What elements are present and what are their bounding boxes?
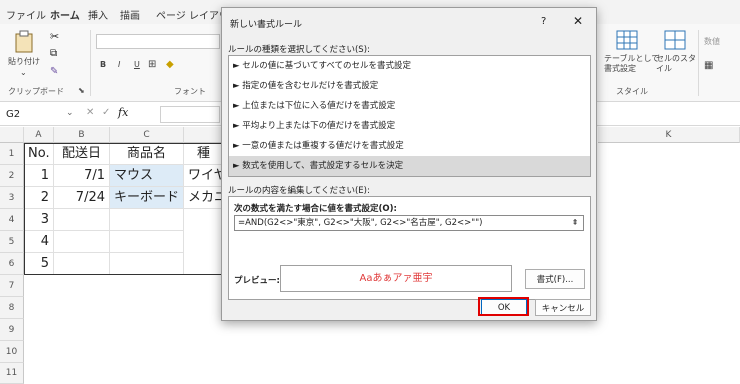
rule-type-item[interactable]: ► セルの値に基づいてすべてのセルを書式設定	[229, 56, 590, 76]
clipboard-launcher-icon[interactable]: ⬊	[78, 86, 85, 95]
row-header-3[interactable]: 3	[0, 187, 24, 209]
cell-b5[interactable]	[54, 231, 110, 253]
cell-b2[interactable]: 7/1	[54, 165, 110, 187]
name-box-dropdown-icon[interactable]: ⌄	[66, 108, 74, 118]
row-header-10[interactable]: 10	[0, 341, 24, 363]
format-button[interactable]: 書式(F)...	[525, 269, 585, 289]
row-header-5[interactable]: 5	[0, 231, 24, 253]
rule-type-label: ルールの種類を選択してください(S):	[228, 45, 370, 55]
cell-c2[interactable]: マウス	[110, 165, 184, 187]
select-all-corner[interactable]	[0, 127, 24, 143]
edit-rule-label: ルールの内容を編集してください(E):	[228, 186, 370, 196]
ok-highlight-box	[478, 297, 529, 316]
cell-a2[interactable]: 1	[24, 165, 54, 187]
cell-c3[interactable]: キーボード	[110, 187, 184, 209]
cancel-button[interactable]: キャンセル	[535, 299, 591, 316]
cell-c4[interactable]	[110, 209, 184, 231]
column-header-c[interactable]: C	[110, 127, 184, 143]
font-name-dropdown[interactable]	[96, 34, 220, 49]
row-header-9[interactable]: 9	[0, 319, 24, 341]
clipboard-icon	[15, 30, 33, 53]
cell-a3[interactable]: 2	[24, 187, 54, 209]
ribbon-separator	[698, 30, 699, 96]
ribbon-separator	[90, 30, 91, 96]
column-header-b[interactable]: B	[54, 127, 110, 143]
table-format-button[interactable]: テーブルとして書式設定	[604, 30, 659, 80]
number-format-box[interactable]: 数値	[704, 36, 720, 47]
cell-b4[interactable]	[54, 209, 110, 231]
rule-type-item[interactable]: ► 指定の値を含むセルだけを書式設定	[229, 76, 590, 96]
fill-color-icon[interactable]: ◆	[166, 59, 174, 70]
cell-style-label: セルのスタイル	[656, 54, 696, 73]
font-group-label: フォント	[174, 87, 206, 96]
tab-insert[interactable]: 挿入	[88, 7, 108, 22]
cell-d2[interactable]: ワイヤ	[184, 165, 224, 187]
tab-file[interactable]: ファイル	[6, 7, 46, 22]
row-header-11[interactable]: 11	[0, 363, 24, 384]
cell-b1[interactable]: 配送日	[54, 143, 110, 165]
cell-b6[interactable]	[54, 253, 110, 275]
rule-type-item[interactable]: ► 平均より上または下の値だけを書式設定	[229, 116, 590, 136]
cancel-icon[interactable]: ✕	[86, 107, 94, 118]
row-header-6[interactable]: 6	[0, 253, 24, 275]
row-header-2[interactable]: 2	[0, 165, 24, 187]
formula-input[interactable]	[160, 106, 220, 123]
cell-style-icon	[664, 30, 686, 50]
cell-a5[interactable]: 4	[24, 231, 54, 253]
row-header-4[interactable]: 4	[0, 209, 24, 231]
formula-text: =AND(G2<>"東京", G2<>"大阪", G2<>"名古屋", G2<>…	[238, 218, 483, 228]
formula-label: 次の数式を満たす場合に値を書式設定(O):	[234, 204, 397, 214]
preview-box: Aaあぁアァ亜宇	[280, 265, 512, 292]
column-header-a[interactable]: A	[24, 127, 54, 143]
cell-a1[interactable]: No.	[24, 143, 54, 165]
close-icon[interactable]: ✕	[573, 14, 583, 28]
style-group-label: スタイル	[616, 87, 648, 96]
paste-label: 貼り付け	[8, 57, 40, 66]
paste-dropdown-icon: ⌄	[20, 68, 27, 77]
rule-edit-panel: 次の数式を満たす場合に値を書式設定(O): =AND(G2<>"東京", G2<…	[228, 196, 591, 300]
cell-c6[interactable]	[110, 253, 184, 275]
bold-button[interactable]: B	[100, 60, 106, 69]
cell-c1[interactable]: 商品名	[110, 143, 184, 165]
underline-button[interactable]: U	[134, 60, 140, 69]
cell-style-button[interactable]: セルのスタイル	[656, 30, 696, 80]
rule-type-list: ► セルの値に基づいてすべてのセルを書式設定 ► 指定の値を含むセルだけを書式設…	[228, 55, 591, 177]
row-header-7[interactable]: 7	[0, 275, 24, 297]
cell-a4[interactable]: 3	[24, 209, 54, 231]
cut-icon[interactable]: ✂	[50, 30, 59, 43]
currency-icon[interactable]: ▦	[704, 60, 713, 71]
collapse-dialog-icon[interactable]: ⇞	[568, 216, 582, 230]
cell-a6[interactable]: 5	[24, 253, 54, 275]
paste-button[interactable]: 貼り付け ⌄	[8, 28, 40, 77]
row-header-1[interactable]: 1	[0, 143, 24, 165]
help-button[interactable]: ?	[541, 16, 546, 27]
new-format-rule-dialog: 新しい書式ルール ? ✕ ルールの種類を選択してください(S): ► セルの値に…	[221, 7, 597, 321]
formula-input-field[interactable]: =AND(G2<>"東京", G2<>"大阪", G2<>"名古屋", G2<>…	[234, 215, 584, 231]
format-painter-icon[interactable]: ✎	[50, 66, 58, 77]
clipboard-group-label: クリップボード	[8, 87, 64, 96]
cell-d1[interactable]: 種	[184, 143, 224, 165]
rule-type-item[interactable]: ► 一意の値または重複する値だけを書式設定	[229, 136, 590, 156]
function-icon[interactable]: fx	[118, 106, 128, 119]
copy-icon[interactable]: ⧉	[50, 48, 57, 59]
border-icon[interactable]: ⊞	[148, 59, 156, 70]
rule-type-item[interactable]: ► 上位または下位に入る値だけを書式設定	[229, 96, 590, 116]
preview-label: プレビュー:	[234, 276, 280, 286]
enter-icon[interactable]: ✓	[102, 107, 110, 118]
column-header-k[interactable]: K	[598, 127, 740, 143]
cell-b3[interactable]: 7/24	[54, 187, 110, 209]
tab-draw[interactable]: 描画	[120, 7, 140, 22]
italic-button[interactable]: I	[118, 60, 120, 69]
table-format-label: テーブルとして書式設定	[604, 54, 660, 73]
row-header-8[interactable]: 8	[0, 297, 24, 319]
cell-d3[interactable]: メカニ	[184, 187, 224, 209]
rule-type-item-selected[interactable]: ► 数式を使用して、書式設定するセルを決定	[229, 156, 590, 176]
column-header-d[interactable]	[184, 127, 224, 143]
dialog-title: 新しい書式ルール	[230, 20, 303, 30]
cell-c5[interactable]	[110, 231, 184, 253]
table-format-icon	[616, 30, 638, 50]
